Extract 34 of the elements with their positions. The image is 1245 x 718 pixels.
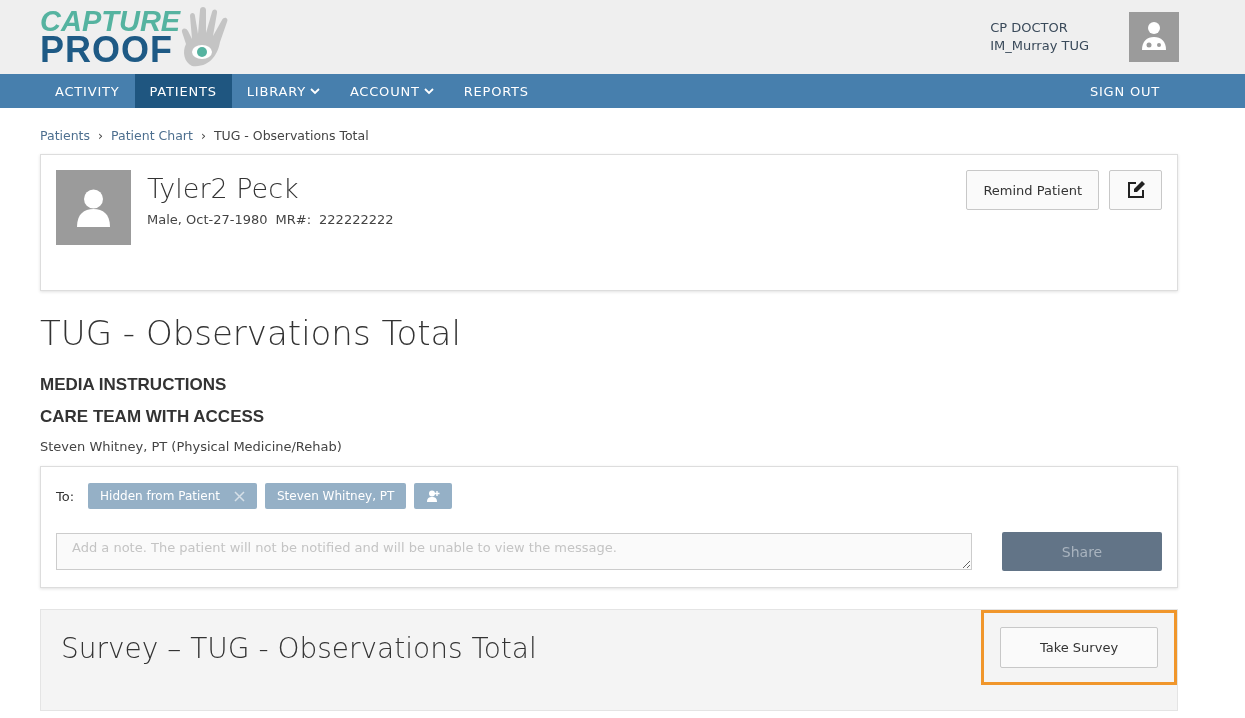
nav-tab[interactable]: ACTIVITY (40, 74, 135, 108)
nav-tab[interactable]: ACCOUNT (334, 74, 449, 108)
patient-avatar-icon (56, 170, 131, 245)
breadcrumb-link[interactable]: Patients (40, 128, 91, 143)
edit-button[interactable] (1109, 170, 1162, 210)
breadcrumb-current: TUG - Observations Total (213, 128, 369, 143)
patient-name: Tyler2 Peck (147, 173, 300, 204)
sign-out-link[interactable]: SIGN OUT (1074, 74, 1175, 108)
care-team-member: Steven Whitney, PT (Physical Medicine/Rehab) (40, 439, 343, 454)
edit-icon (1125, 180, 1146, 200)
user-name: IM_Murray TUG (990, 37, 1089, 55)
capture-proof-logo[interactable]: CAPTURE PROOF (40, 6, 237, 68)
breadcrumb-link[interactable]: Patient Chart (111, 128, 193, 143)
nav-tab[interactable]: LIBRARY (231, 74, 335, 108)
nav-tab[interactable]: PATIENTS (134, 74, 232, 108)
breadcrumb-separator: › (98, 128, 104, 143)
doctor-avatar-icon[interactable] (1129, 12, 1179, 62)
user-role: CP DOCTOR (990, 19, 1069, 37)
logo-text: PROOF (40, 33, 173, 67)
to-label: To: (56, 488, 75, 504)
page-title: TUG - Observations Total (40, 313, 462, 353)
add-recipient-button[interactable] (414, 483, 453, 509)
nav-tab[interactable]: REPORTS (448, 74, 544, 108)
section-heading: CARE TEAM WITH ACCESS (40, 407, 266, 427)
add-person-icon (426, 489, 441, 503)
breadcrumb-separator: › (200, 128, 206, 143)
logo-text: CAPTURE (40, 7, 181, 34)
survey-title: Survey – TUG - Observations Total (61, 632, 537, 665)
remind-patient-button[interactable]: Remind Patient (966, 170, 1099, 210)
patient-details: Male, Oct-27-1980 (147, 212, 268, 227)
mr-label: MR#: (275, 212, 312, 227)
mr-number: 222222222 (319, 212, 394, 227)
take-survey-button[interactable]: Take Survey (1000, 627, 1158, 668)
section-heading: MEDIA INSTRUCTIONS (40, 375, 228, 395)
